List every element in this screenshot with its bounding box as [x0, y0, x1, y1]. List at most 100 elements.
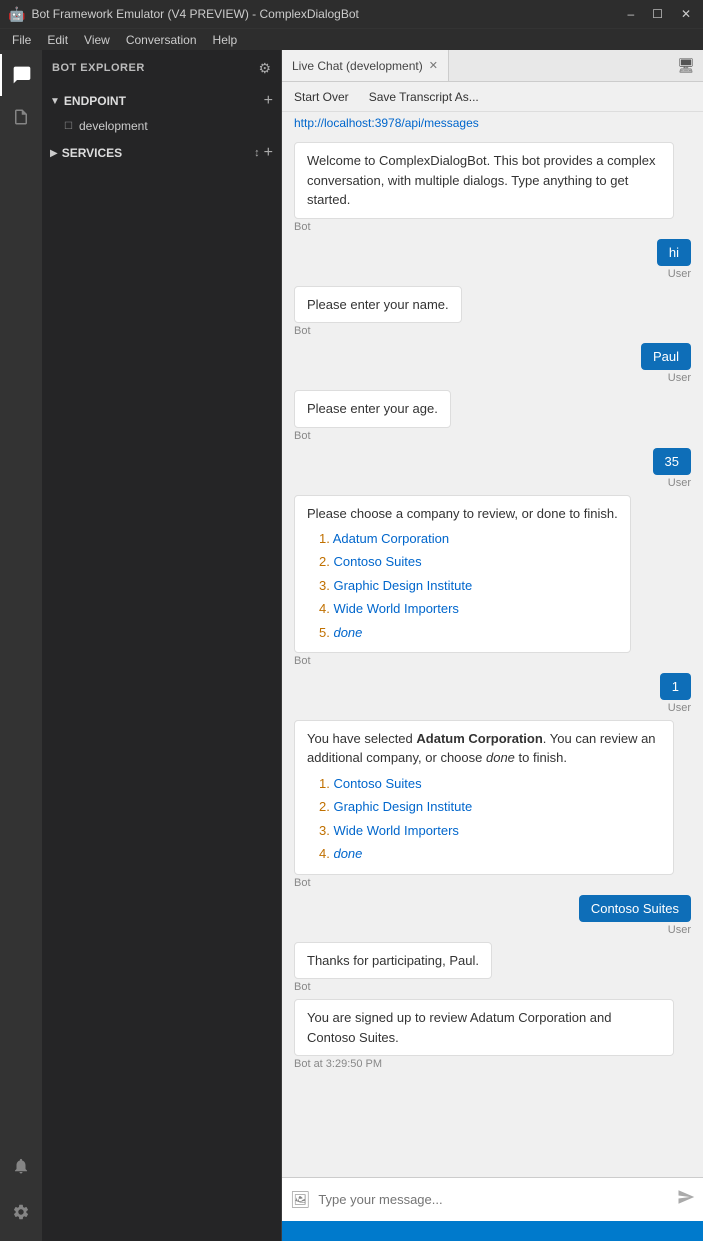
left-icons-bottom [0, 1145, 42, 1241]
save-transcript-button[interactable]: Save Transcript As... [365, 88, 483, 106]
rich-prefix: You have selected [307, 731, 416, 746]
development-icon: ☐ [64, 121, 73, 132]
chat-area: Live Chat (development) ✕ 🖥 Start Over S… [282, 50, 703, 1221]
menu-file[interactable]: File [4, 29, 39, 50]
send-button[interactable] [677, 1188, 695, 1211]
bubble-user-paul: Paul [641, 343, 691, 370]
sidebar-endpoint-section: ▼ ENDPOINT + ☐ development [42, 86, 281, 140]
sidebar-item-development[interactable]: ☐ development [42, 114, 281, 138]
signedup-text: You are signed up to review Adatum Corpo… [307, 1008, 661, 1047]
chat-toolbar: Start Over Save Transcript As... [282, 82, 703, 112]
bubble-bot-thanks: Thanks for participating, Paul. [294, 942, 492, 980]
menu-conversation[interactable]: Conversation [118, 29, 205, 50]
endpoint-arrow-icon: ▼ [50, 96, 60, 107]
maximize-button[interactable]: ☐ [648, 7, 667, 21]
chat-messages: Welcome to ComplexDialogBot. This bot pr… [282, 134, 703, 1177]
list-item: 2. Contoso Suites [319, 550, 618, 573]
msg-label-8: Bot [294, 877, 311, 889]
settings-icon[interactable] [0, 1191, 42, 1233]
msg-label-7: User [668, 702, 691, 714]
msg-label-2: Bot [294, 325, 311, 337]
list-item: 1. Contoso Suites [319, 772, 661, 795]
rich-italic: done [486, 750, 515, 765]
bubble-bot-signedup: You are signed up to review Adatum Corpo… [294, 999, 674, 1056]
services-label: SERVICES [62, 146, 254, 160]
bubble-bot-welcome: Welcome to ComplexDialogBot. This bot pr… [294, 142, 674, 219]
minimize-button[interactable]: – [623, 7, 638, 21]
image-upload-icon[interactable]: 🖼 [290, 1190, 310, 1210]
sidebar-services-header[interactable]: ▶ SERVICES ↕ + [42, 140, 281, 166]
chat-tab-live[interactable]: Live Chat (development) ✕ [282, 50, 449, 81]
list-item: 5. done [319, 621, 618, 644]
rich-bold: Adatum Corporation [416, 731, 542, 746]
msg-label-6: Bot [294, 655, 311, 667]
chat-icon[interactable] [0, 54, 42, 96]
chat-tab-close-icon[interactable]: ✕ [429, 59, 438, 72]
menu-bar: File Edit View Conversation Help [0, 28, 703, 50]
bot-welcome-text: Welcome to ComplexDialogBot. This bot pr… [307, 153, 656, 207]
title-bar: 🤖 Bot Framework Emulator (V4 PREVIEW) - … [0, 0, 703, 28]
close-button[interactable]: ✕ [677, 7, 695, 21]
list-item: 3. Wide World Importers [319, 819, 661, 842]
start-over-button[interactable]: Start Over [290, 88, 353, 106]
chat-input[interactable] [318, 1192, 669, 1207]
list-item: 4. Wide World Importers [319, 597, 618, 620]
endpoint-label: ENDPOINT [64, 94, 264, 108]
msg-user-1: 1 User [294, 673, 691, 714]
list-item: 2. Graphic Design Institute [319, 795, 661, 818]
msg-label-9: User [668, 924, 691, 936]
monitor-icon[interactable]: 🖥 [677, 57, 695, 74]
menu-view[interactable]: View [76, 29, 118, 50]
sidebar-title: BOT EXPLORER [52, 62, 145, 74]
msg-label-1: User [668, 268, 691, 280]
msg-bot-companylist: Please choose a company to review, or do… [294, 495, 691, 667]
bubble-user-35: 35 [653, 448, 691, 475]
msg-user-35: 35 User [294, 448, 691, 489]
msg-user-contoso: Contoso Suites User [294, 895, 691, 936]
msg-label-0: Bot [294, 221, 311, 233]
msg-user-hi: hi User [294, 239, 691, 280]
endpoint-add-icon[interactable]: + [264, 93, 273, 109]
services-add-icon[interactable]: + [264, 144, 273, 162]
chat-tab-label: Live Chat (development) [292, 59, 423, 73]
msg-label-time: Bot at 3:29:50 PM [294, 1058, 382, 1070]
msg-user-paul: Paul User [294, 343, 691, 384]
bubble-bot-age: Please enter your age. [294, 390, 451, 428]
msg-label-3: User [668, 372, 691, 384]
bubble-bot-companylist: Please choose a company to review, or do… [294, 495, 631, 653]
msg-bot-welcome: Welcome to ComplexDialogBot. This bot pr… [294, 142, 691, 233]
msg-bot-thanks: Thanks for participating, Paul. Bot [294, 942, 691, 994]
sidebar-gear-icon[interactable]: ⚙ [258, 60, 271, 77]
title-bar-text: Bot Framework Emulator (V4 PREVIEW) - Co… [31, 7, 358, 21]
left-icon-bar [0, 50, 42, 1241]
document-icon[interactable] [0, 96, 42, 138]
msg-label-4: Bot [294, 430, 311, 442]
development-label: development [79, 119, 148, 133]
bubble-bot-rich: You have selected Adatum Corporation. Yo… [294, 720, 674, 875]
bell-icon[interactable] [0, 1145, 42, 1187]
msg-bot-signedup: You are signed up to review Adatum Corpo… [294, 999, 691, 1070]
msg-label-5: User [668, 477, 691, 489]
rich-suffix2: to finish. [515, 750, 567, 765]
menu-edit[interactable]: Edit [39, 29, 76, 50]
services-arrow-icon: ▶ [50, 148, 58, 159]
company-list-intro: Please choose a company to review, or do… [307, 504, 618, 524]
chat-tabs: Live Chat (development) ✕ 🖥 [282, 50, 703, 82]
msg-bot-name: Please enter your name. Bot [294, 286, 691, 338]
list-item: 3. Graphic Design Institute [319, 574, 618, 597]
rich-text: You have selected Adatum Corporation. Yo… [307, 729, 661, 768]
title-bar-controls: – ☐ ✕ [623, 7, 695, 21]
chat-url: http://localhost:3978/api/messages [282, 112, 703, 134]
menu-help[interactable]: Help [205, 29, 246, 50]
app-icon: 🤖 [8, 6, 25, 23]
bubble-user-1: 1 [660, 673, 691, 700]
company-list-1: 1. Adatum Corporation 2. Contoso Suites … [307, 527, 618, 644]
msg-label-10: Bot [294, 981, 311, 993]
services-sort-icon[interactable]: ↕ [254, 147, 260, 159]
list-item: 1. Adatum Corporation [319, 527, 618, 550]
sidebar: BOT EXPLORER ⚙ ▼ ENDPOINT + ☐ developmen… [42, 50, 282, 1241]
chat-input-bar: 🖼 [282, 1177, 703, 1221]
main-content: BOT EXPLORER ⚙ ▼ ENDPOINT + ☐ developmen… [0, 50, 703, 1241]
sidebar-endpoint-header[interactable]: ▼ ENDPOINT + [42, 88, 281, 114]
list-item: 4. done [319, 842, 661, 865]
